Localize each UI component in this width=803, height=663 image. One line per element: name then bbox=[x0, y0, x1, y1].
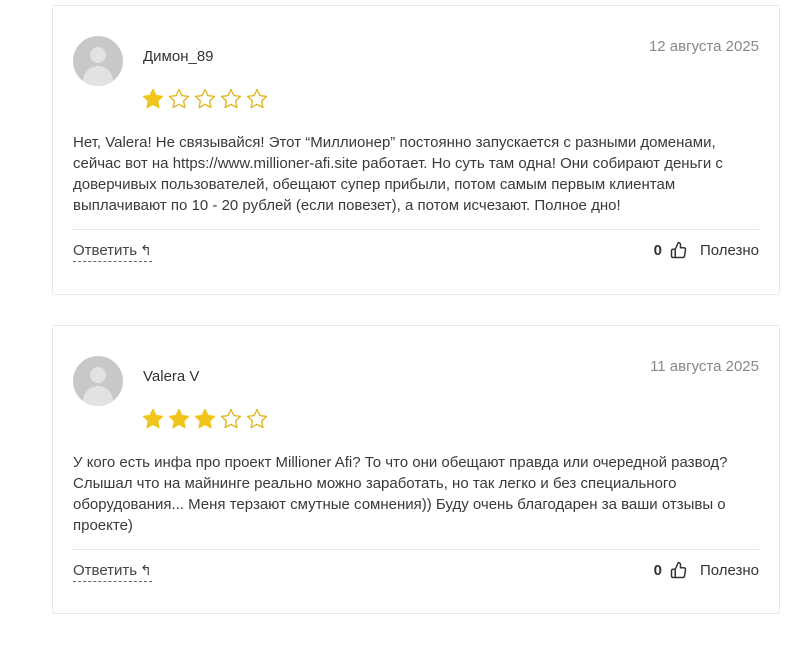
reply-arrow-icon: ↰ bbox=[140, 242, 152, 258]
reply-label: Ответить bbox=[73, 562, 138, 579]
vote-block: 0 Полезно bbox=[654, 241, 759, 259]
review-text: Нет, Valera! Не связывайся! Этот “Миллио… bbox=[73, 134, 723, 214]
star-filled-icon bbox=[141, 407, 165, 431]
avatar bbox=[73, 356, 123, 406]
vote-count: 0 bbox=[653, 561, 662, 579]
reply-arrow-icon: ↰ bbox=[140, 562, 152, 578]
review-date: 12 августа 2025 bbox=[648, 38, 759, 55]
star-filled-icon bbox=[193, 407, 217, 431]
star-filled-icon bbox=[167, 407, 191, 431]
star-empty-icon bbox=[167, 87, 191, 111]
vote-count: 0 bbox=[653, 241, 662, 259]
review-author: Димон_89 bbox=[143, 48, 214, 65]
avatar bbox=[73, 36, 123, 86]
review-card: Димон_89 12 августа 2025 Нет, Valera! Не… bbox=[52, 5, 780, 295]
star-empty-icon bbox=[245, 407, 269, 431]
star-empty-icon bbox=[245, 87, 269, 111]
review-author: Valera V bbox=[143, 368, 200, 385]
rating-stars bbox=[141, 87, 269, 111]
star-filled-icon bbox=[141, 87, 165, 111]
review-text: У кого есть инфа про проект Millioner Af… bbox=[73, 454, 728, 534]
reply-button[interactable]: Ответить ↰ bbox=[73, 242, 152, 262]
review-date: 11 августа 2025 bbox=[650, 358, 759, 375]
review-card: Valera V 11 августа 2025 У кого есть инф… bbox=[52, 325, 780, 614]
reply-button[interactable]: Ответить ↰ bbox=[73, 562, 152, 582]
star-empty-icon bbox=[193, 87, 217, 111]
divider bbox=[73, 549, 759, 550]
star-empty-icon bbox=[219, 87, 243, 111]
thumbs-up-icon[interactable] bbox=[670, 561, 688, 579]
rating-stars bbox=[141, 407, 269, 431]
divider bbox=[73, 229, 759, 230]
vote-block: 0 Полезно bbox=[654, 561, 759, 579]
useful-button[interactable]: Полезно bbox=[700, 242, 759, 259]
reply-label: Ответить bbox=[73, 242, 138, 259]
star-empty-icon bbox=[219, 407, 243, 431]
useful-button[interactable]: Полезно bbox=[700, 562, 759, 579]
thumbs-up-icon[interactable] bbox=[670, 241, 688, 259]
